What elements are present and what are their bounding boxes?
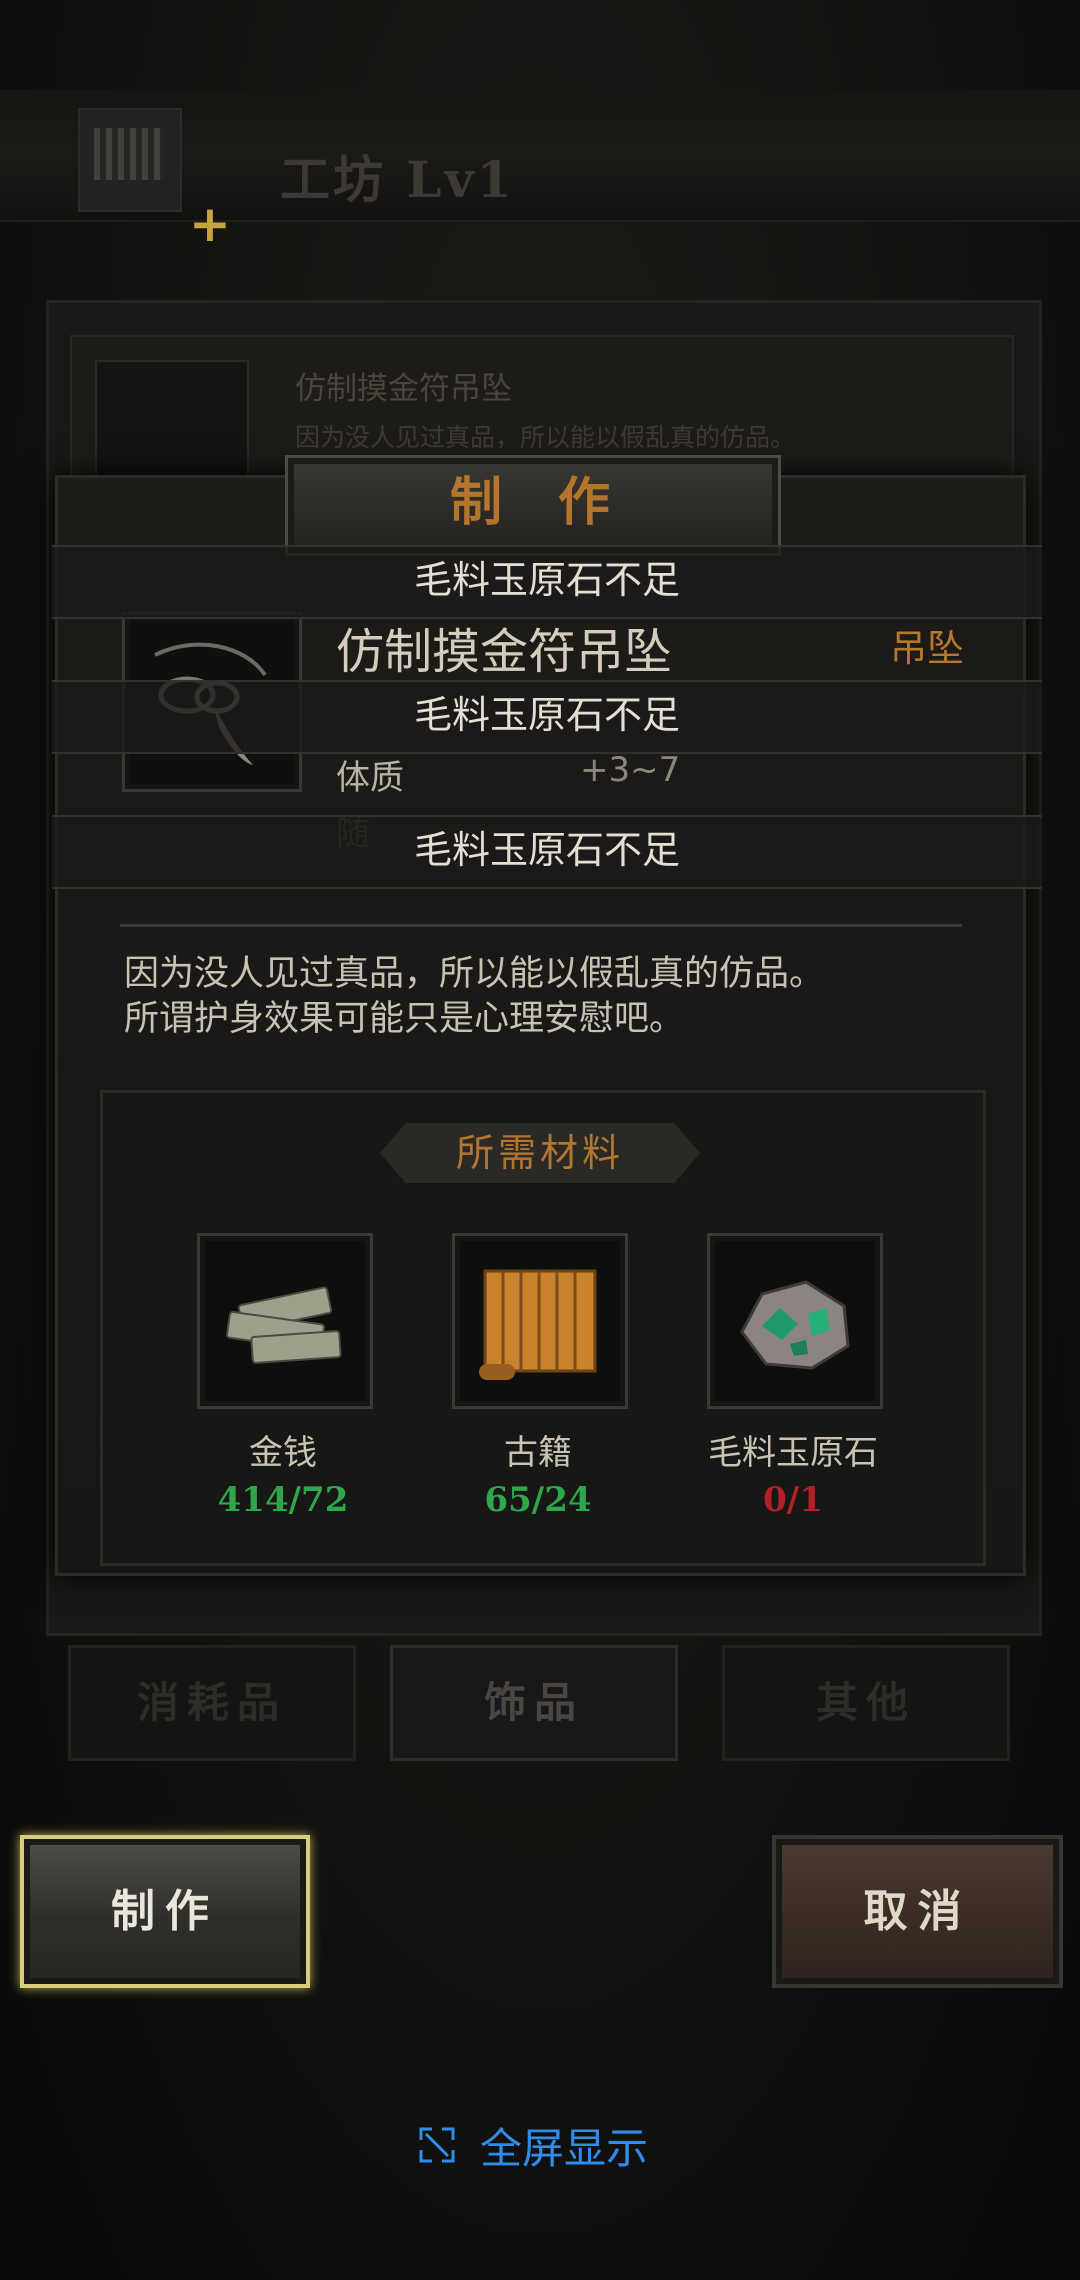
material-count: 0/1 xyxy=(763,1480,823,1520)
material-count: 65/24 xyxy=(484,1480,592,1520)
workshop-title: 工坊 Lv1 xyxy=(280,150,515,209)
material-count: 414/72 xyxy=(217,1480,349,1520)
material-name: 毛料玉原石 xyxy=(708,1433,878,1473)
tab-consumables[interactable]: 消耗品 xyxy=(68,1645,356,1761)
materials-header: 所需材料 xyxy=(455,1131,624,1175)
warning-text: 毛料玉原石不足 xyxy=(413,558,680,602)
money-stack-icon[interactable] xyxy=(197,1233,373,1409)
fullscreen-link[interactable]: 全屏显示 xyxy=(418,2115,648,2175)
stat-value: +3~7 xyxy=(580,750,681,790)
stat-label: 体质 xyxy=(336,758,404,798)
craft-button[interactable]: 制作 xyxy=(20,1835,310,1988)
item-name: 仿制摸金符吊坠 xyxy=(336,624,673,680)
item-type: 吊坠 xyxy=(890,627,964,670)
item-description-line: 因为没人见过真品，所以能以假乱真的仿品。 xyxy=(124,954,825,994)
warning-text: 毛料玉原石不足 xyxy=(413,828,680,872)
material-name: 金钱 xyxy=(249,1433,317,1473)
ancient-scroll-icon[interactable] xyxy=(452,1233,628,1409)
item-description-line: 所谓护身效果可能只是心理安慰吧。 xyxy=(124,999,685,1039)
material-name: 古籍 xyxy=(504,1433,572,1473)
expand-icon xyxy=(419,2127,455,2163)
fullscreen-label: 全屏显示 xyxy=(480,2123,649,2173)
divider xyxy=(120,924,962,927)
recipe-item-desc: 因为没人见过真品，所以能以假乱真的仿品。 xyxy=(295,423,796,452)
tab-accessories[interactable]: 饰品 xyxy=(390,1645,678,1761)
dialog-title: 制作 xyxy=(449,472,666,533)
warning-text: 毛料玉原石不足 xyxy=(413,693,680,737)
tab-other[interactable]: 其他 xyxy=(722,1645,1010,1761)
plus-icon[interactable]: + xyxy=(186,199,234,249)
jade-ore-icon[interactable] xyxy=(707,1233,883,1409)
workshop-building-icon xyxy=(78,108,182,212)
cancel-button[interactable]: 取消 xyxy=(772,1835,1063,1988)
recipe-item-name: 仿制摸金符吊坠 xyxy=(295,371,512,407)
